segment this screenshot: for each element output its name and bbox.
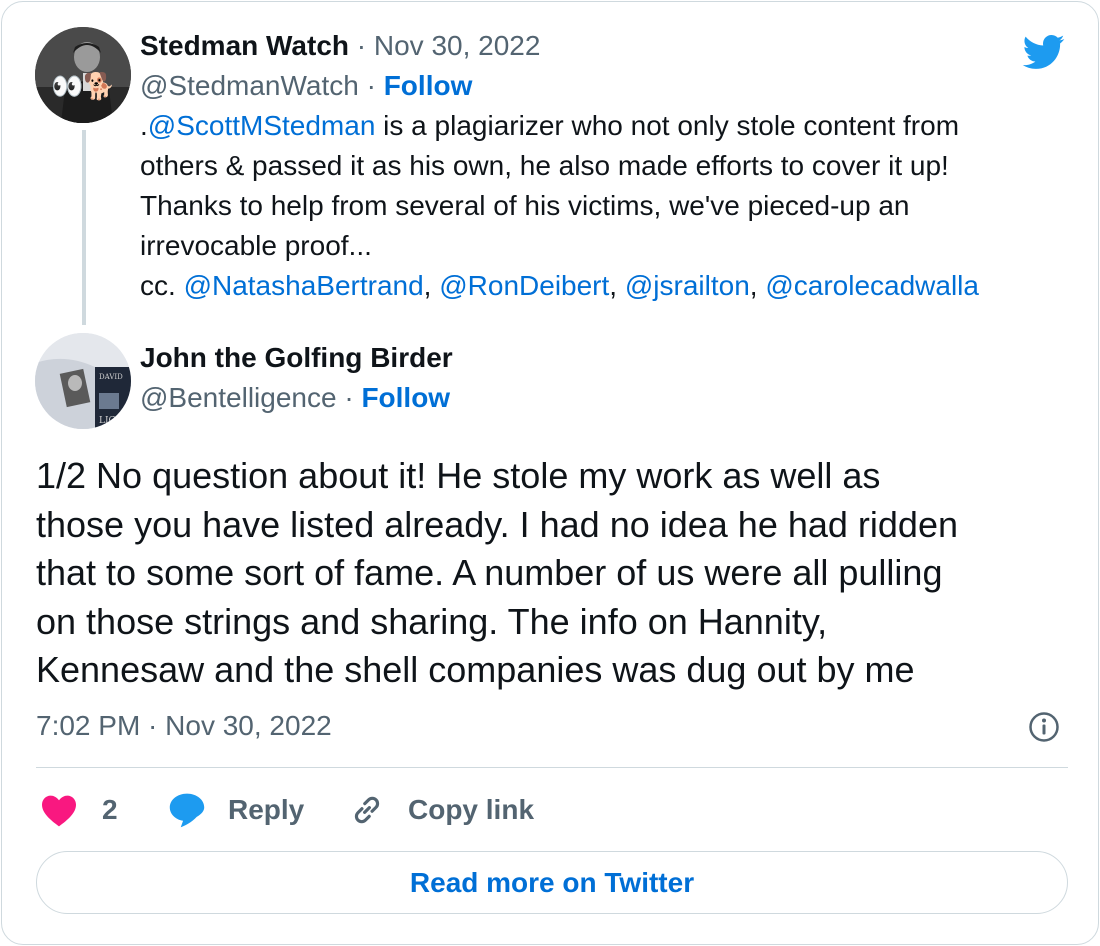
- mention-separator: ,: [423, 270, 440, 301]
- copy-link-label: Copy link: [408, 794, 535, 825]
- svg-text:LIGI: LIGI: [99, 416, 120, 426]
- main-author-name[interactable]: John the Golfing Birder: [140, 342, 453, 373]
- header-separator: ·: [356, 30, 367, 61]
- tweet-text-line: Kennesaw and the shell companies was dug…: [36, 649, 915, 690]
- body-text: Thanks to help from several of his victi…: [140, 190, 910, 221]
- tweet-text-line: those you have listed already. I had no …: [36, 503, 958, 545]
- follow-separator: ·: [366, 70, 376, 101]
- quoted-author-name[interactable]: Stedman Watch: [140, 30, 349, 61]
- body-prefix: .: [140, 110, 148, 141]
- body-text: irrevocable proof...: [140, 230, 372, 261]
- avatar-emoji-badge: 👀🐕: [51, 71, 116, 101]
- tweet-text-line: 1/2 No question about it! He stole my wo…: [36, 455, 881, 496]
- mention-link[interactable]: @NatashaBertrand: [184, 270, 424, 301]
- like-count: 2: [102, 794, 118, 825]
- avatar-john-golfing-birder[interactable]: DAVID LIGI: [35, 333, 131, 429]
- cc-prefix: cc.: [140, 270, 184, 301]
- mention-link[interactable]: @ScottMStedman: [148, 110, 376, 141]
- like-button[interactable]: 2: [40, 788, 118, 832]
- mention-separator: ,: [749, 270, 766, 301]
- svg-text:DAVID: DAVID: [99, 373, 123, 381]
- quoted-tweet-body: .@ScottMStedman is a plagiarizer who not…: [140, 106, 1060, 306]
- twitter-bird-icon[interactable]: [1018, 30, 1068, 74]
- quoted-tweet-header: Stedman Watch · Nov 30, 2022: [140, 26, 540, 66]
- main-tweet-text: 1/2 No question about it! He stole my wo…: [36, 452, 1076, 695]
- info-icon[interactable]: [1028, 711, 1060, 743]
- read-more-button[interactable]: Read more on Twitter: [36, 851, 1068, 914]
- tweet-text-line: that to some sort of fame. A number of u…: [36, 552, 943, 593]
- follow-separator: ·: [344, 382, 354, 413]
- reply-button[interactable]: Reply: [168, 788, 304, 832]
- follow-button-bentelligence[interactable]: Follow: [361, 382, 450, 413]
- main-tweet-handle-row: @Bentelligence · Follow: [140, 378, 450, 418]
- mention-link[interactable]: @carolecadwalla: [765, 270, 979, 301]
- body-text: is a plagiarizer who not only stole cont…: [375, 110, 960, 141]
- main-author-handle[interactable]: @Bentelligence: [140, 382, 337, 413]
- quoted-author-handle[interactable]: @StedmanWatch: [140, 70, 359, 101]
- main-tweet-header: John the Golfing Birder: [140, 338, 453, 378]
- actions-divider: [36, 767, 1068, 768]
- tweet-text-line: on those strings and sharing. The info o…: [36, 600, 828, 642]
- body-text: others & passed it as his own, he also m…: [140, 150, 949, 181]
- mention-separator: ,: [609, 270, 625, 301]
- mention-link[interactable]: @jsrailton: [625, 270, 750, 301]
- avatar-stedman-watch[interactable]: 👀🐕: [35, 27, 131, 123]
- copy-link-button[interactable]: Copy link: [348, 788, 534, 832]
- quoted-tweet-handle-row: @StedmanWatch · Follow: [140, 66, 472, 106]
- quoted-tweet-date[interactable]: Nov 30, 2022: [374, 30, 541, 61]
- embedded-tweet-card: 👀🐕 Stedman Watch · Nov 30, 2022 @Stedman…: [1, 1, 1099, 945]
- speech-bubble-icon: [169, 793, 205, 828]
- link-icon: [354, 796, 380, 824]
- follow-button-stedman[interactable]: Follow: [384, 70, 473, 101]
- reply-label: Reply: [228, 794, 305, 825]
- mention-link[interactable]: @RonDeibert: [439, 270, 609, 301]
- cc-line: cc. @NatashaBertrand, @RonDeibert, @jsra…: [140, 266, 1060, 306]
- thread-connector-line: [82, 130, 86, 325]
- avatar-photo: DAVID LIGI: [35, 333, 131, 429]
- heart-icon: [42, 795, 76, 827]
- tweet-timestamp[interactable]: 7:02 PM · Nov 30, 2022: [36, 706, 332, 746]
